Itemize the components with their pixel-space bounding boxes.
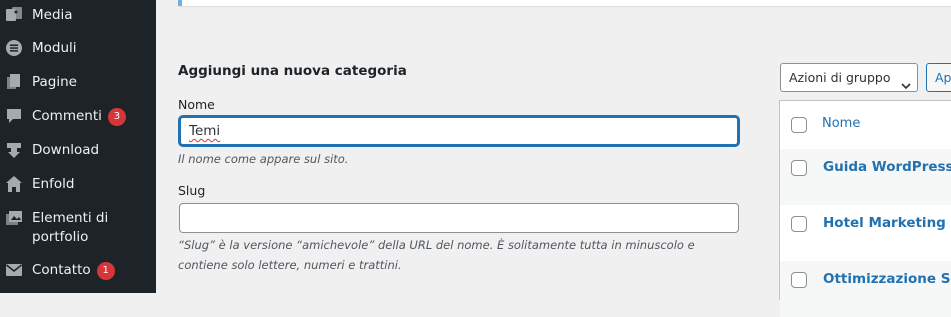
sidebar-item-portfolio[interactable]: Elementi di portfolio [0, 209, 156, 249]
comments-count-badge: 3 [107, 108, 126, 126]
sidebar-item-label: Commenti 3 [32, 107, 126, 126]
notice-box [178, 0, 951, 6]
sidebar-item-label: Media [32, 7, 73, 23]
admin-sidebar: Media Moduli Pagine Commenti 3 Download E… [0, 0, 156, 293]
sidebar-item-moduli[interactable]: Moduli [0, 39, 156, 61]
sidebar-item-contatto[interactable]: Contatto 1 [0, 261, 156, 283]
sidebar-item-label: Contatto 1 [32, 261, 115, 280]
home-icon [5, 175, 23, 193]
apply-button[interactable]: Ap [926, 63, 951, 92]
chevron-down-icon [901, 73, 911, 90]
sidebar-item-commenti[interactable]: Commenti 3 [0, 107, 156, 129]
name-input-value: Temi [189, 123, 221, 139]
column-header-name[interactable]: Nome [822, 116, 860, 131]
sidebar-item-enfold[interactable]: Enfold [0, 175, 156, 197]
row-title-link[interactable]: Hotel Marketing [823, 215, 946, 231]
forms-icon [5, 39, 23, 57]
mail-icon [5, 261, 23, 279]
bulk-actions-value: Azioni di gruppo [789, 70, 891, 85]
download-icon [5, 141, 23, 159]
name-input[interactable]: Temi [179, 116, 739, 146]
name-label: Nome [178, 97, 215, 112]
table-row: Hotel Marketing [780, 205, 951, 261]
form-title: Aggiungi una nuova categoria [178, 63, 407, 79]
table-header: Nome [780, 101, 951, 150]
table-row: Guida WordPress [780, 149, 951, 205]
contact-count-badge: 1 [96, 262, 115, 280]
row-checkbox[interactable] [791, 216, 807, 232]
categories-table: Nome Guida WordPress Hotel Marketing Ott… [779, 100, 951, 317]
slug-input[interactable] [179, 203, 739, 233]
row-checkbox[interactable] [791, 160, 807, 176]
table-row: Ottimizzazione Siti W [780, 261, 951, 317]
row-title-link[interactable]: Guida WordPress [823, 159, 951, 175]
pages-icon [5, 73, 23, 91]
comments-icon [5, 107, 23, 125]
select-all-checkbox[interactable] [791, 117, 807, 133]
slug-label: Slug [178, 183, 206, 198]
sidebar-item-pagine[interactable]: Pagine [0, 73, 156, 95]
row-checkbox[interactable] [791, 272, 807, 288]
row-title-link[interactable]: Ottimizzazione Siti W [823, 271, 951, 287]
portfolio-icon [5, 209, 23, 227]
sidebar-item-media[interactable]: Media [0, 6, 156, 28]
sidebar-item-label: Pagine [32, 74, 77, 90]
sidebar-item-label: Moduli [32, 40, 77, 56]
slug-description: “Slug” è la versione “amichevole” della … [178, 238, 695, 272]
sidebar-item-label: Download [32, 142, 100, 158]
name-description: Il nome come appare sul sito. [178, 152, 349, 166]
sidebar-item-download[interactable]: Download [0, 141, 156, 163]
sidebar-item-label: Elementi di portfolio [32, 210, 109, 245]
media-icon [5, 6, 23, 24]
bulk-actions-select[interactable]: Azioni di gruppo [780, 63, 918, 92]
sidebar-item-label: Enfold [32, 176, 75, 192]
